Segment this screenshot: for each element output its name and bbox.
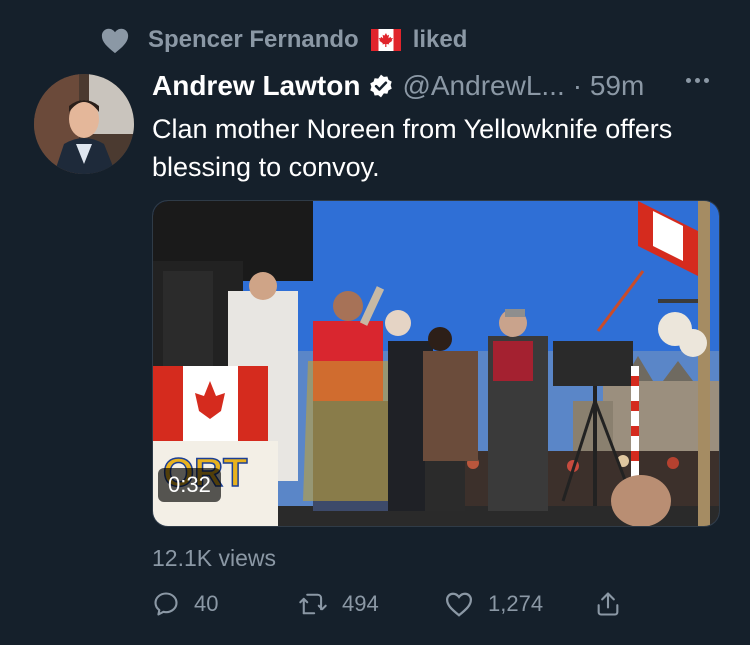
- verified-badge-icon: [368, 73, 394, 99]
- tweet-timestamp[interactable]: · 59m: [573, 70, 645, 102]
- tweet-header: Andrew Lawton @AndrewL... · 59m: [152, 70, 722, 102]
- video-duration: 0:32: [158, 468, 221, 502]
- reply-count: 40: [194, 591, 219, 616]
- author-name[interactable]: Andrew Lawton: [152, 70, 360, 102]
- author-handle[interactable]: @AndrewL...: [402, 70, 564, 102]
- liked-label: liked: [412, 26, 468, 53]
- like-count: 1,274: [488, 591, 544, 616]
- retweet-icon: [299, 593, 327, 615]
- share-icon: [597, 592, 619, 616]
- liker-name[interactable]: Spencer Fernando: [148, 26, 359, 54]
- video-player[interactable]: ORT: [152, 200, 720, 527]
- like-button[interactable]: 1,274: [444, 590, 594, 618]
- like-icon: [445, 592, 473, 617]
- tweet[interactable]: Spencer Fernando liked Andrew Lawton @An…: [0, 0, 750, 645]
- share-button[interactable]: [594, 590, 636, 618]
- reply-button[interactable]: 40: [152, 590, 298, 618]
- avatar[interactable]: [34, 74, 134, 174]
- canada-flag-icon: [370, 29, 401, 51]
- reply-icon: [154, 592, 178, 616]
- more-options-icon[interactable]: [686, 78, 709, 83]
- social-context: Spencer Fernando liked: [100, 26, 467, 54]
- tweet-text: Clan mother Noreen from Yellowknife offe…: [152, 114, 673, 182]
- retweet-count: 494: [342, 591, 379, 616]
- retweet-button[interactable]: 494: [298, 590, 444, 618]
- view-count: 12.1K views: [152, 545, 277, 571]
- tweet-actions: 40 494 1,274: [152, 590, 636, 618]
- heart-icon: [100, 26, 130, 54]
